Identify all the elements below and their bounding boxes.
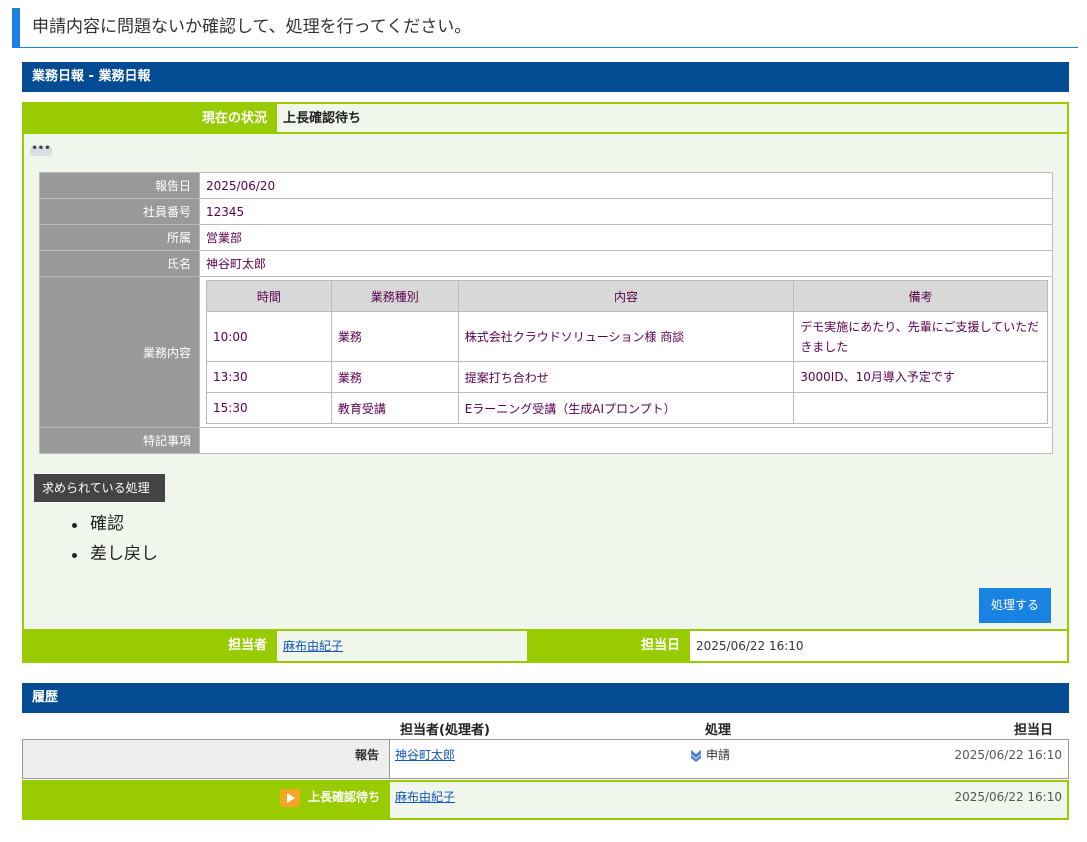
notes-value	[199, 427, 1053, 454]
more-button[interactable]: •••	[30, 144, 52, 156]
task-notes	[793, 392, 1048, 424]
instruction-banner: 申請内容に問題ないか確認して、処理を行ってください。	[12, 8, 1078, 48]
tasks-table: 時間 業務種別 内容 備考 10:00 業務 株式会社クラウドソリューション様 …	[206, 280, 1048, 424]
status-value: 上長確認待ち	[277, 104, 1067, 132]
assignee-row: 担当者 麻布由紀子 担当日 2025/06/22 16:10	[24, 629, 1067, 661]
history-handler-link[interactable]: 麻布由紀子	[395, 790, 455, 804]
task-type: 業務	[330, 311, 459, 362]
task-type: 業務	[330, 361, 459, 393]
task-time: 15:30	[206, 392, 332, 424]
assignee-link[interactable]: 麻布由紀子	[283, 639, 343, 653]
action-list: 確認 差し戻し	[72, 509, 158, 569]
current-step-icon	[279, 788, 300, 807]
task-content: 株式会社クラウドソリューション様 商談	[457, 311, 795, 362]
report-table: 報告日 2025/06/20 社員番号 12345 所属 営業部 氏名 神谷町太…	[39, 172, 1053, 454]
history-date: 2025/06/22 16:10	[954, 790, 1062, 804]
tasks-header-content: 内容	[457, 280, 795, 312]
task-time: 13:30	[206, 361, 332, 393]
history-header-handler: 担当者(処理者)	[400, 723, 490, 738]
assign-date-value: 2025/06/22 16:10	[690, 631, 1067, 661]
history-header: 担当者(処理者) 処理 担当日	[22, 716, 1069, 738]
tasks-header-type: 業務種別	[330, 280, 459, 312]
task-type: 教育受講	[330, 392, 459, 424]
required-action-label: 求められている処理	[34, 474, 165, 502]
tasks-label: 業務内容	[39, 276, 200, 428]
employee-no-value: 12345	[199, 198, 1053, 225]
report-date-label: 報告日	[39, 172, 200, 199]
employee-no-label: 社員番号	[39, 198, 200, 225]
name-label: 氏名	[39, 250, 200, 277]
tasks-header-notes: 備考	[793, 280, 1048, 312]
task-content: 提案打ち合わせ	[457, 361, 795, 393]
status-row: 現在の状況 上長確認待ち	[24, 104, 1067, 134]
dept-label: 所属	[39, 224, 200, 251]
tasks-header-time: 時間	[206, 280, 332, 312]
form-title: 業務日報 - 業務日報	[22, 62, 1069, 92]
status-label: 現在の状況	[24, 104, 277, 132]
table-row: 13:30 業務 提案打ち合わせ 3000ID、10月導入予定です	[206, 361, 1048, 393]
table-row: 15:30 教育受講 Eラーニング受講（生成AIプロンプト）	[206, 392, 1048, 424]
action-return: 差し戻し	[72, 539, 158, 569]
history-row-current: 上長確認待ち 麻布由紀子 2025/06/22 16:10	[22, 780, 1069, 820]
history-row: 報告 神谷町太郎 申請 2025/06/22 16:10	[22, 739, 1069, 779]
notes-label: 特記事項	[39, 427, 200, 454]
history-header-action: 処理	[705, 723, 732, 738]
dept-value: 営業部	[199, 224, 1053, 251]
table-row: 10:00 業務 株式会社クラウドソリューション様 商談 デモ実施にあたり、先輩…	[206, 311, 1048, 362]
form-panel: 現在の状況 上長確認待ち ••• 報告日 2025/06/20 社員番号 123…	[22, 102, 1069, 663]
history-title: 履歴	[22, 683, 1069, 713]
history-action: 申請	[706, 748, 731, 762]
action-confirm: 確認	[72, 509, 158, 539]
apply-arrow-icon	[691, 749, 701, 762]
history-header-date: 担当日	[1013, 723, 1053, 738]
process-button[interactable]: 処理する	[979, 588, 1051, 623]
history-date: 2025/06/22 16:10	[954, 748, 1062, 762]
report-date-value: 2025/06/20	[199, 172, 1053, 199]
history-step: 報告	[23, 740, 390, 778]
history-handler-link[interactable]: 神谷町太郎	[395, 748, 455, 762]
assignee-label: 担当者	[24, 631, 277, 661]
task-time: 10:00	[206, 311, 332, 362]
history-step: 上長確認待ち	[307, 790, 380, 804]
task-notes: 3000ID、10月導入予定です	[793, 361, 1048, 393]
task-content: Eラーニング受講（生成AIプロンプト）	[457, 392, 795, 424]
task-notes: デモ実施にあたり、先輩にご支援していただきました	[793, 311, 1048, 362]
name-value: 神谷町太郎	[199, 250, 1053, 277]
assign-date-label: 担当日	[527, 631, 690, 661]
